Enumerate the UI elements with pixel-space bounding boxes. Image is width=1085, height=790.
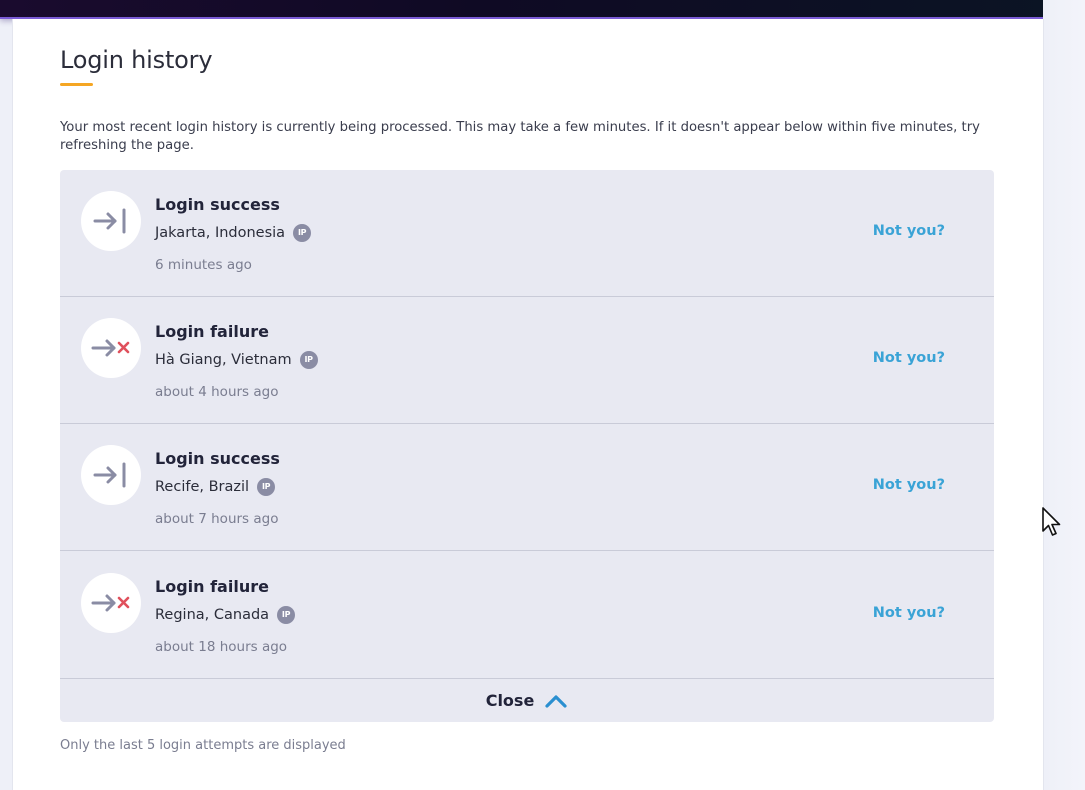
login-location: Hà Giang, Vietnam IP: [155, 351, 318, 369]
not-you-link[interactable]: Not you?: [873, 350, 945, 366]
login-success-icon: [81, 445, 141, 505]
page-title: Login history: [60, 46, 213, 74]
login-time: about 4 hours ago: [155, 384, 279, 400]
login-time: 6 minutes ago: [155, 257, 252, 273]
ip-info-icon[interactable]: IP: [277, 606, 296, 624]
login-time: about 18 hours ago: [155, 639, 288, 655]
login-status: Login failure: [155, 577, 269, 596]
processing-notice: Your most recent login history is curren…: [60, 120, 980, 153]
page-background-strip: [1043, 0, 1085, 790]
location-text: Jakarta, Indonesia: [155, 225, 286, 241]
login-location: Recife, Brazil IP: [155, 478, 276, 496]
ip-info-icon[interactable]: IP: [257, 478, 276, 496]
login-status: Login success: [155, 195, 280, 214]
login-failure-icon: [81, 573, 141, 633]
login-time: about 7 hours ago: [155, 511, 279, 527]
location-text: Recife, Brazil: [155, 479, 250, 495]
location-text: Regina, Canada: [155, 607, 270, 623]
login-location: Jakarta, Indonesia IP: [155, 224, 312, 242]
close-label: Close: [485, 691, 535, 710]
close-history-button[interactable]: Close: [60, 679, 994, 722]
title-accent-underline: [60, 83, 93, 86]
login-status: Login failure: [155, 322, 269, 341]
top-navigation-bar: [0, 0, 1064, 19]
login-success-icon: [81, 191, 141, 251]
mouse-cursor-icon: [1042, 507, 1061, 536]
not-you-link[interactable]: Not you?: [873, 605, 945, 621]
list-item: Login success Recife, Brazil IP about 7 …: [60, 424, 994, 551]
list-item: Login success Jakarta, Indonesia IP 6 mi…: [60, 170, 994, 297]
login-status: Login success: [155, 449, 280, 468]
location-text: Hà Giang, Vietnam: [155, 352, 292, 368]
login-history-panel: Login history Your most recent login his…: [12, 19, 1044, 790]
ip-info-icon[interactable]: IP: [293, 224, 312, 242]
not-you-link[interactable]: Not you?: [873, 223, 945, 239]
list-item: Login failure Regina, Canada IP about 18…: [60, 552, 994, 679]
chevron-up-icon: [544, 693, 568, 709]
ip-info-icon[interactable]: IP: [299, 351, 318, 369]
login-location: Regina, Canada IP: [155, 606, 296, 624]
login-failure-icon: [81, 318, 141, 378]
login-history-list: Login success Jakarta, Indonesia IP 6 mi…: [60, 170, 994, 722]
history-footnote: Only the last 5 login attempts are displ…: [60, 738, 346, 753]
list-item: Login failure Hà Giang, Vietnam IP about…: [60, 297, 994, 424]
not-you-link[interactable]: Not you?: [873, 477, 945, 493]
